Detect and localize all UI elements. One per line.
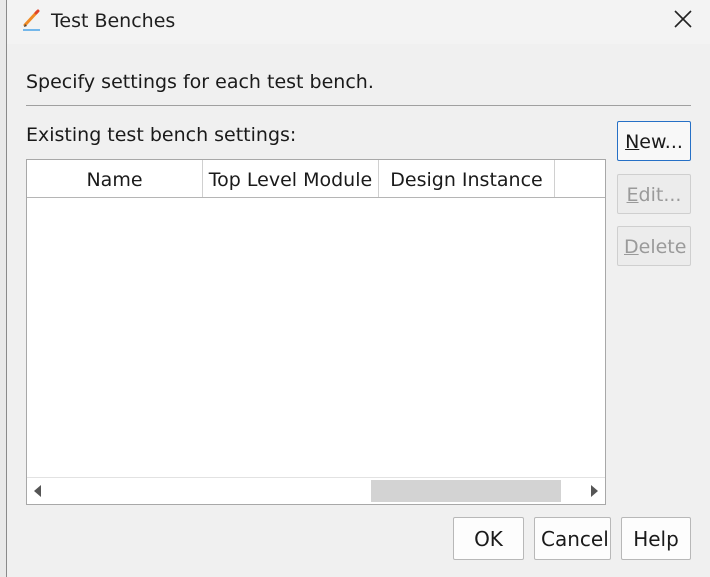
delete-mnemonic: D xyxy=(624,236,639,258)
test-bench-table[interactable]: Name Top Level Module Design Instance xyxy=(26,159,606,505)
help-button[interactable]: Help xyxy=(621,517,691,560)
edit-button[interactable]: Edit... xyxy=(617,174,691,214)
column-header-name[interactable]: Name xyxy=(27,160,203,197)
scrollbar-track[interactable] xyxy=(49,480,583,502)
title-bar: Test Benches xyxy=(7,0,710,44)
edit-mnemonic: E xyxy=(626,184,639,206)
new-button-label: ew... xyxy=(639,131,683,153)
cancel-button[interactable]: Cancel xyxy=(534,517,611,560)
edit-pencil-icon xyxy=(21,9,43,31)
scroll-right-button[interactable] xyxy=(583,478,605,504)
column-header-extra[interactable] xyxy=(555,160,605,197)
separator xyxy=(26,105,691,106)
column-header-top-level-module[interactable]: Top Level Module xyxy=(203,160,379,197)
arrow-left-icon xyxy=(33,482,43,501)
new-button[interactable]: New... xyxy=(617,121,691,161)
edit-button-label: dit... xyxy=(638,184,682,206)
intro-text: Specify settings for each test bench. xyxy=(26,71,374,93)
existing-settings-label: Existing test bench settings: xyxy=(26,124,297,146)
ok-button[interactable]: OK xyxy=(453,517,524,560)
close-button[interactable] xyxy=(666,6,700,36)
scroll-left-button[interactable] xyxy=(27,478,49,504)
test-benches-dialog: Test Benches Specify settings for each t… xyxy=(6,0,710,577)
horizontal-scrollbar[interactable] xyxy=(27,477,605,504)
column-header-design-instance[interactable]: Design Instance xyxy=(379,160,555,197)
close-icon xyxy=(673,9,693,33)
new-mnemonic: N xyxy=(625,131,640,153)
delete-button[interactable]: Delete xyxy=(617,226,691,266)
delete-button-label: elete xyxy=(638,236,687,258)
scrollbar-thumb[interactable] xyxy=(371,480,561,502)
table-header: Name Top Level Module Design Instance xyxy=(27,160,605,198)
arrow-right-icon xyxy=(589,482,599,501)
dialog-title: Test Benches xyxy=(51,10,176,32)
